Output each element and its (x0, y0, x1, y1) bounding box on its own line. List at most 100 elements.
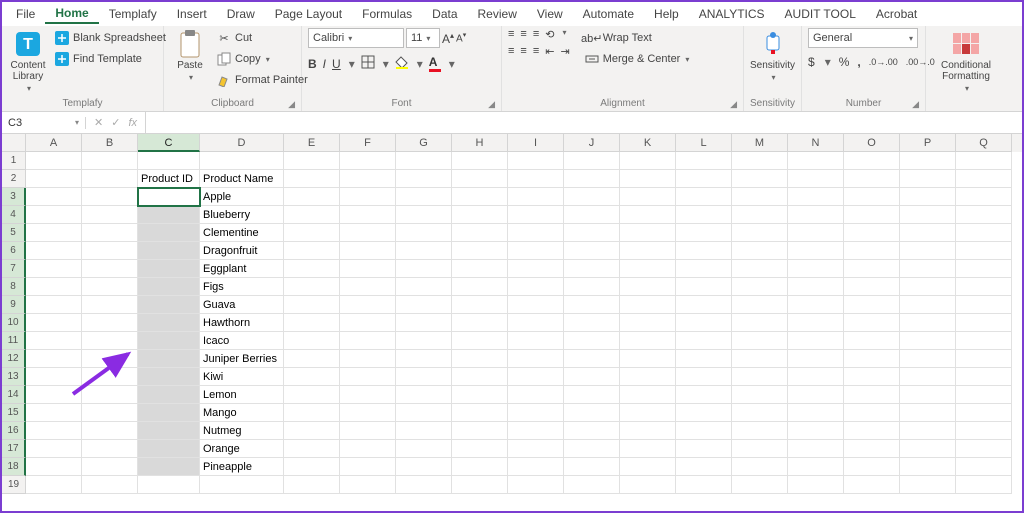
align-right-icon[interactable]: ≡ (533, 45, 539, 58)
cell-B15[interactable] (82, 404, 138, 422)
cell-N16[interactable] (788, 422, 844, 440)
cell-D19[interactable] (200, 476, 284, 494)
cell-O9[interactable] (844, 296, 900, 314)
cell-O14[interactable] (844, 386, 900, 404)
cell-J11[interactable] (564, 332, 620, 350)
cell-E8[interactable] (284, 278, 340, 296)
cell-H10[interactable] (452, 314, 508, 332)
cell-N11[interactable] (788, 332, 844, 350)
find-template-button[interactable]: Find Template (52, 49, 168, 69)
cell-N1[interactable] (788, 152, 844, 170)
cell-F15[interactable] (340, 404, 396, 422)
cell-I7[interactable] (508, 260, 564, 278)
col-header-J[interactable]: J (564, 134, 620, 152)
cell-K2[interactable] (620, 170, 676, 188)
cell-I9[interactable] (508, 296, 564, 314)
align-center-icon[interactable]: ≡ (520, 45, 526, 58)
menu-tab-analytics[interactable]: ANALYTICS (689, 5, 775, 23)
cell-L16[interactable] (676, 422, 732, 440)
cell-L4[interactable] (676, 206, 732, 224)
cell-H18[interactable] (452, 458, 508, 476)
cell-E7[interactable] (284, 260, 340, 278)
row-header-16[interactable]: 16 (2, 422, 26, 440)
cell-K9[interactable] (620, 296, 676, 314)
cell-A9[interactable] (26, 296, 82, 314)
cell-M15[interactable] (732, 404, 788, 422)
cell-N9[interactable] (788, 296, 844, 314)
menu-tab-audit-tool[interactable]: AUDIT TOOL (775, 5, 866, 23)
menu-tab-automate[interactable]: Automate (573, 5, 644, 23)
cell-P14[interactable] (900, 386, 956, 404)
row-header-12[interactable]: 12 (2, 350, 26, 368)
cell-C4[interactable] (138, 206, 200, 224)
cell-B13[interactable] (82, 368, 138, 386)
cell-M12[interactable] (732, 350, 788, 368)
cell-P9[interactable] (900, 296, 956, 314)
cell-G15[interactable] (396, 404, 452, 422)
cell-I12[interactable] (508, 350, 564, 368)
cell-F19[interactable] (340, 476, 396, 494)
font-color-button[interactable]: A (429, 55, 441, 72)
cell-C7[interactable] (138, 260, 200, 278)
cell-F13[interactable] (340, 368, 396, 386)
cell-A8[interactable] (26, 278, 82, 296)
cell-P7[interactable] (900, 260, 956, 278)
cell-H9[interactable] (452, 296, 508, 314)
col-header-C[interactable]: C (138, 134, 200, 152)
cell-L9[interactable] (676, 296, 732, 314)
cell-Q9[interactable] (956, 296, 1012, 314)
cell-I4[interactable] (508, 206, 564, 224)
cell-J3[interactable] (564, 188, 620, 206)
cell-H5[interactable] (452, 224, 508, 242)
cell-E18[interactable] (284, 458, 340, 476)
cell-E5[interactable] (284, 224, 340, 242)
cell-P11[interactable] (900, 332, 956, 350)
cell-Q1[interactable] (956, 152, 1012, 170)
cell-K11[interactable] (620, 332, 676, 350)
dialog-launcher-icon[interactable]: ◢ (488, 99, 495, 110)
cell-G4[interactable] (396, 206, 452, 224)
cell-N7[interactable] (788, 260, 844, 278)
cell-C11[interactable] (138, 332, 200, 350)
cell-K3[interactable] (620, 188, 676, 206)
cell-D5[interactable]: Clementine (200, 224, 284, 242)
menu-tab-templafy[interactable]: Templafy (99, 5, 167, 23)
row-header-6[interactable]: 6 (2, 242, 26, 260)
cell-H7[interactable] (452, 260, 508, 278)
cell-P4[interactable] (900, 206, 956, 224)
cell-K12[interactable] (620, 350, 676, 368)
cell-M5[interactable] (732, 224, 788, 242)
cell-P12[interactable] (900, 350, 956, 368)
cell-B14[interactable] (82, 386, 138, 404)
cell-G1[interactable] (396, 152, 452, 170)
cell-I8[interactable] (508, 278, 564, 296)
cell-E6[interactable] (284, 242, 340, 260)
cell-N13[interactable] (788, 368, 844, 386)
cell-J6[interactable] (564, 242, 620, 260)
cell-A13[interactable] (26, 368, 82, 386)
col-header-M[interactable]: M (732, 134, 788, 152)
cell-J9[interactable] (564, 296, 620, 314)
cell-P5[interactable] (900, 224, 956, 242)
row-header-19[interactable]: 19 (2, 476, 26, 494)
cell-K10[interactable] (620, 314, 676, 332)
decrease-indent-icon[interactable]: ⇤ (545, 45, 554, 58)
paste-button[interactable]: Paste ▾ (170, 28, 210, 84)
cell-B18[interactable] (82, 458, 138, 476)
col-header-B[interactable]: B (82, 134, 138, 152)
row-header-1[interactable]: 1 (2, 152, 26, 170)
borders-button[interactable] (361, 55, 375, 72)
cell-E11[interactable] (284, 332, 340, 350)
cell-C12[interactable] (138, 350, 200, 368)
cell-Q6[interactable] (956, 242, 1012, 260)
col-header-I[interactable]: I (508, 134, 564, 152)
cell-B6[interactable] (82, 242, 138, 260)
cell-K1[interactable] (620, 152, 676, 170)
cell-P15[interactable] (900, 404, 956, 422)
cell-Q16[interactable] (956, 422, 1012, 440)
cell-A12[interactable] (26, 350, 82, 368)
cell-H13[interactable] (452, 368, 508, 386)
cell-B3[interactable] (82, 188, 138, 206)
cell-E12[interactable] (284, 350, 340, 368)
content-library-button[interactable]: T Content Library ▾ (8, 28, 48, 95)
